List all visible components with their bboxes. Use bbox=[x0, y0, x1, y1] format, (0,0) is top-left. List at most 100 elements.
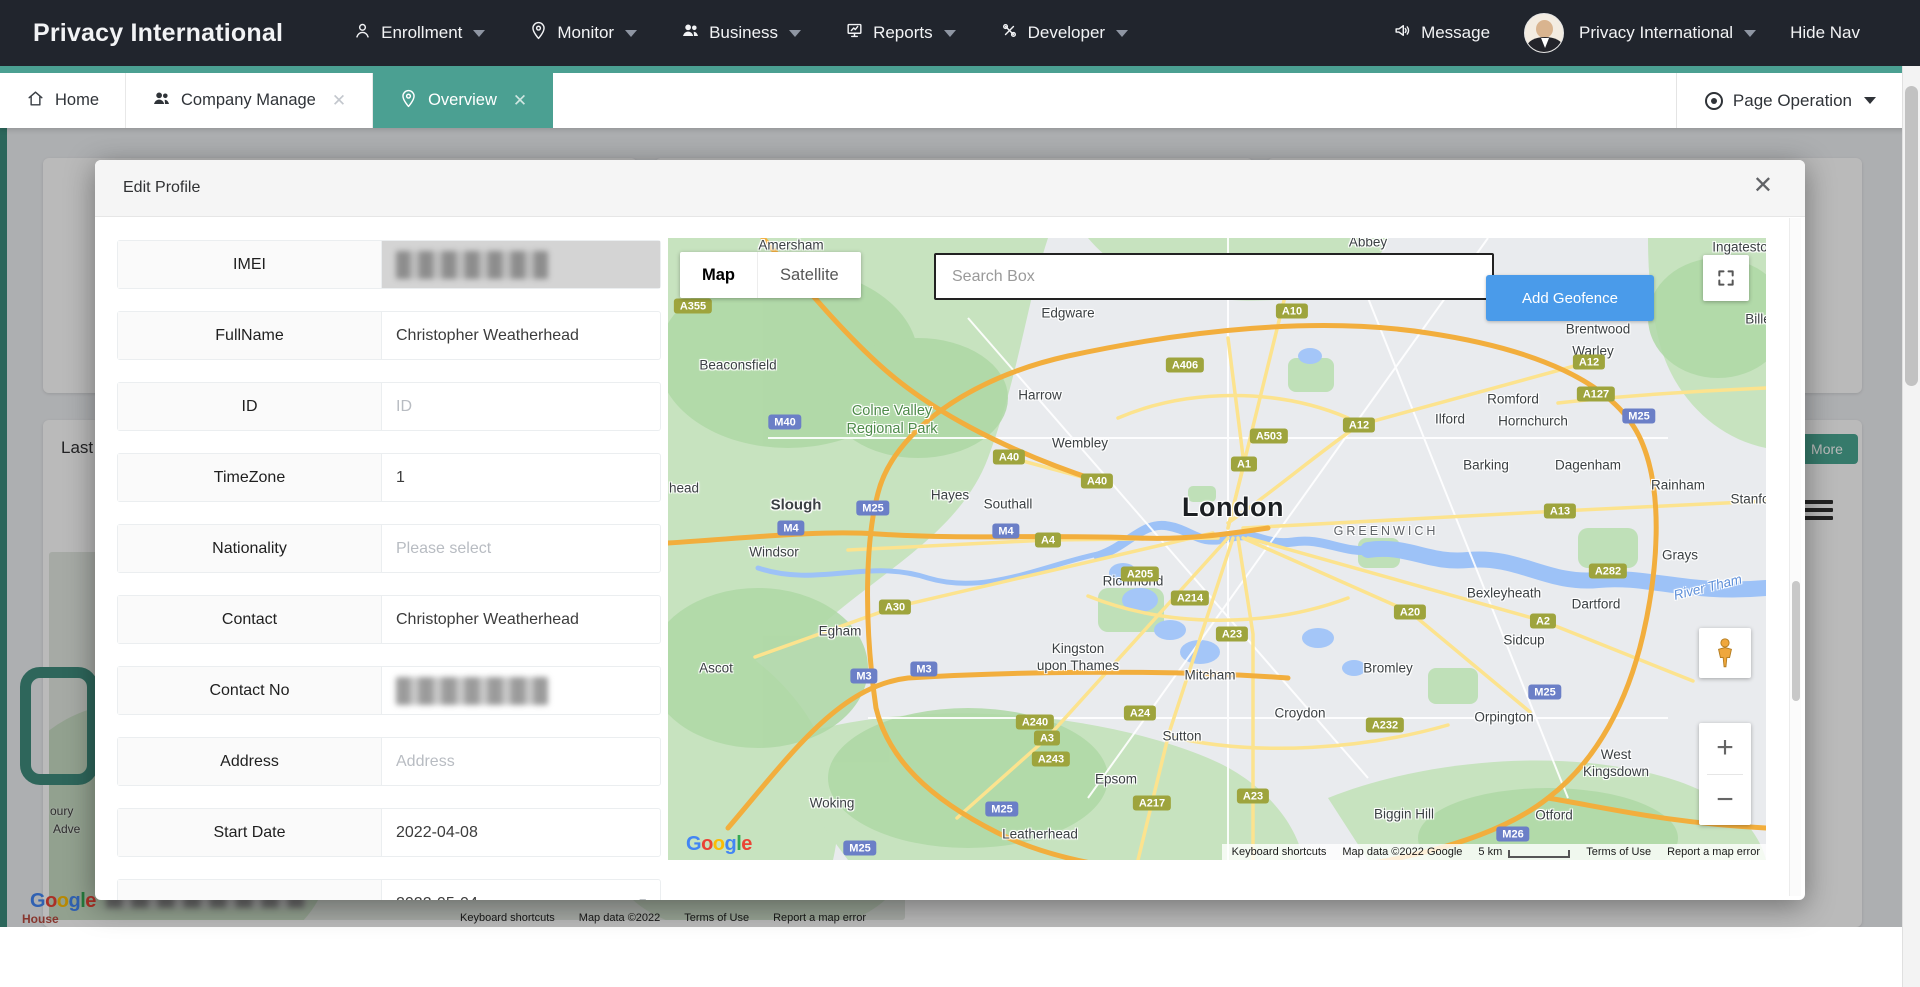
road-badge: A1 bbox=[1231, 457, 1257, 472]
map-place-label: Southall bbox=[984, 497, 1033, 514]
tab-home[interactable]: Home bbox=[0, 73, 126, 128]
road-badge: A240 bbox=[1016, 715, 1054, 730]
nav-item-developer[interactable]: Developer bbox=[1000, 21, 1129, 45]
nav-item-enrollment[interactable]: Enrollment bbox=[353, 21, 485, 45]
field-input[interactable]: Christopher Weatherhead bbox=[382, 596, 660, 643]
map-place-label: Otford bbox=[1535, 808, 1573, 825]
map-place-label: Romford bbox=[1487, 392, 1539, 409]
field-input[interactable] bbox=[382, 241, 660, 288]
field-input[interactable]: 2022-05-04▾ bbox=[382, 880, 660, 900]
map-place-label: Barking bbox=[1463, 458, 1509, 475]
chevron-down-icon bbox=[789, 30, 801, 37]
nav-item-reports[interactable]: Reports bbox=[845, 21, 956, 45]
search-input[interactable] bbox=[936, 255, 1492, 298]
close-tab-icon[interactable]: ✕ bbox=[513, 91, 527, 111]
form-row-timezone: TimeZone1 bbox=[117, 453, 661, 502]
field-input[interactable] bbox=[382, 667, 660, 714]
road-badge: A20 bbox=[1394, 605, 1426, 620]
map-type-map-button[interactable]: Map bbox=[680, 252, 757, 298]
map-place-label: Bexleyheath bbox=[1467, 586, 1541, 603]
zoom-control: + − bbox=[1699, 723, 1751, 825]
map-place-label: Slough bbox=[771, 497, 822, 516]
nav-item-label: Monitor bbox=[557, 23, 614, 43]
add-geofence-button[interactable]: Add Geofence bbox=[1486, 275, 1654, 321]
nav-item-label: Business bbox=[709, 23, 778, 43]
map-place-label: Leatherhead bbox=[1002, 827, 1078, 844]
geofence-map[interactable]: AmershamAbbeyIngatestoEdgwareBrentwoodWa… bbox=[668, 238, 1766, 860]
tools-icon bbox=[1000, 21, 1019, 45]
map-place-label: Mitcham bbox=[1184, 668, 1235, 685]
page-scrollbar-thumb[interactable] bbox=[1905, 86, 1918, 386]
chevron-down-icon: ▾ bbox=[639, 894, 646, 900]
field-input[interactable]: Christopher Weatherhead bbox=[382, 312, 660, 359]
road-badge: A243 bbox=[1032, 752, 1070, 767]
tab-company-manage[interactable]: Company Manage ✕ bbox=[126, 73, 373, 128]
road-badge: A30 bbox=[879, 600, 911, 615]
person-icon bbox=[353, 21, 372, 45]
modal-scrollbar-thumb[interactable] bbox=[1792, 581, 1800, 701]
nav-menu: Enrollment Monitor Business Reports Deve bbox=[353, 21, 1128, 45]
field-label: Address bbox=[118, 738, 382, 785]
road-badge: A23 bbox=[1216, 627, 1248, 642]
field-input[interactable]: Address bbox=[382, 738, 660, 785]
map-place-label: Dartford bbox=[1572, 597, 1621, 614]
map-place-label: head bbox=[669, 481, 699, 498]
fullscreen-button[interactable] bbox=[1703, 255, 1749, 301]
message-button[interactable]: Message bbox=[1393, 21, 1490, 45]
road-badge: M4 bbox=[992, 524, 1019, 539]
tab-overview[interactable]: Overview ✕ bbox=[373, 66, 553, 128]
nav-item-business[interactable]: Business bbox=[681, 21, 801, 45]
zoom-out-button[interactable]: − bbox=[1699, 775, 1751, 826]
tab-label: Company Manage bbox=[181, 91, 316, 110]
map-data-label: Map data ©2022 Google bbox=[1342, 846, 1462, 858]
field-input[interactable]: ID bbox=[382, 383, 660, 430]
people-icon bbox=[152, 89, 171, 113]
field-label: Nationality bbox=[118, 525, 382, 572]
redacted-value bbox=[396, 251, 548, 279]
map-scale: 5 km bbox=[1478, 846, 1570, 858]
form-row-fullname: FullNameChristopher Weatherhead bbox=[117, 311, 661, 360]
field-input[interactable]: Please select bbox=[382, 525, 660, 572]
map-type-control: Map Satellite bbox=[680, 252, 861, 298]
modal-scrollbar[interactable] bbox=[1789, 218, 1801, 896]
scale-bar bbox=[1508, 850, 1570, 858]
close-icon[interactable]: ✕ bbox=[1753, 174, 1773, 198]
tab-label: Overview bbox=[428, 91, 497, 110]
map-place-label: Harrow bbox=[1018, 388, 1062, 405]
road-badge: M26 bbox=[1496, 827, 1529, 842]
road-badge: A24 bbox=[1124, 706, 1156, 721]
map-place-label: Egham bbox=[819, 624, 862, 641]
profile-form: IMEIFullNameChristopher WeatherheadIDIDT… bbox=[117, 240, 683, 900]
home-icon bbox=[26, 89, 45, 113]
road-badge: A10 bbox=[1276, 304, 1308, 319]
nav-item-monitor[interactable]: Monitor bbox=[529, 21, 637, 45]
field-label: ID bbox=[118, 383, 382, 430]
form-row-contact: ContactChristopher Weatherhead bbox=[117, 595, 661, 644]
road-badge: A282 bbox=[1589, 564, 1627, 579]
map-search-box bbox=[934, 253, 1494, 300]
terms-link[interactable]: Terms of Use bbox=[1586, 846, 1651, 858]
map-type-satellite-button[interactable]: Satellite bbox=[757, 252, 861, 298]
field-input[interactable]: 2022-04-08 bbox=[382, 809, 660, 856]
account-name: Privacy International bbox=[1579, 23, 1733, 43]
page-scrollbar[interactable] bbox=[1902, 66, 1920, 987]
road-badge: A40 bbox=[993, 450, 1025, 465]
nav-item-label: Reports bbox=[873, 23, 933, 43]
pegman-icon[interactable] bbox=[1699, 628, 1751, 678]
keyboard-shortcuts-link[interactable]: Keyboard shortcuts bbox=[1232, 846, 1327, 858]
road-badge: M40 bbox=[768, 415, 801, 430]
hide-nav-button[interactable]: Hide Nav bbox=[1790, 23, 1860, 43]
close-tab-icon[interactable]: ✕ bbox=[332, 91, 346, 111]
map-place-label: Dagenham bbox=[1555, 458, 1621, 475]
road-badge: A232 bbox=[1366, 718, 1404, 733]
report-error-link[interactable]: Report a map error bbox=[1667, 846, 1760, 858]
field-input[interactable]: 1 bbox=[382, 454, 660, 501]
form-row-end-date: 2022-05-04▾ bbox=[117, 879, 661, 900]
map-pin-icon bbox=[399, 89, 418, 113]
map-place-label: Ascot bbox=[699, 661, 733, 678]
account-menu[interactable]: Privacy International bbox=[1524, 13, 1756, 53]
road-badge: M25 bbox=[1528, 685, 1561, 700]
map-place-label: Rainham bbox=[1651, 478, 1705, 495]
zoom-in-button[interactable]: + bbox=[1699, 723, 1751, 774]
page-operation-menu[interactable]: Page Operation bbox=[1676, 73, 1890, 128]
